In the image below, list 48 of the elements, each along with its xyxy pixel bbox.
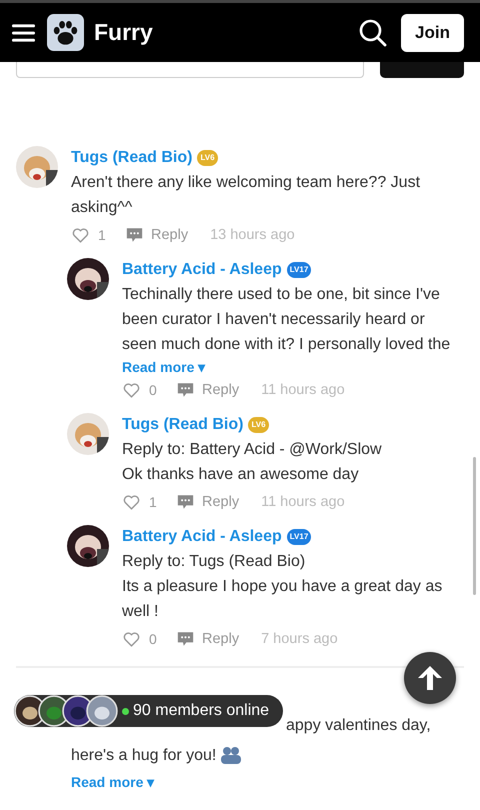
online-dot-icon bbox=[122, 708, 129, 714]
faded-comment-text: seen much done with it? I personally loved the bbox=[122, 335, 450, 355]
like-count: 0 bbox=[149, 382, 158, 398]
join-button[interactable]: Join bbox=[401, 14, 464, 52]
read-more-link[interactable]: Read more ▾ bbox=[122, 359, 445, 375]
comment-icon[interactable] bbox=[177, 631, 194, 647]
heart-icon[interactable] bbox=[122, 630, 141, 648]
online-members-pill[interactable]: 90 members online bbox=[14, 695, 284, 727]
heart-icon[interactable] bbox=[122, 492, 141, 512]
online-count: 90 members online bbox=[133, 702, 270, 720]
reply-link[interactable]: Reply bbox=[202, 631, 240, 647]
comment-text: Ok thanks have an awesome day bbox=[122, 465, 360, 485]
username-link[interactable]: Tugs (Read Bio) bbox=[71, 149, 192, 167]
search-icon[interactable] bbox=[359, 18, 388, 46]
timestamp: 13 hours ago bbox=[210, 227, 295, 243]
comment-text: Its a pleasure I hope you have a great day as well ! bbox=[122, 577, 444, 622]
comment-text: appy valentines day, bbox=[286, 716, 431, 736]
timestamp: 11 hours ago bbox=[261, 382, 345, 398]
username-link[interactable]: Tugs (Read Bio) bbox=[122, 416, 244, 434]
reply-to-text: Reply to: Battery Acid - @Work/Slow bbox=[122, 440, 383, 460]
like-count: 1 bbox=[149, 494, 158, 510]
username-link[interactable]: Battery Acid - Asleep bbox=[122, 261, 282, 279]
reply-link[interactable]: Reply bbox=[202, 382, 240, 398]
reply-link[interactable]: Reply bbox=[202, 494, 240, 510]
like-count: 0 bbox=[149, 631, 158, 647]
hug-emoji-icon bbox=[220, 746, 242, 764]
scroll-to-top-button[interactable] bbox=[404, 652, 456, 704]
read-more-link[interactable]: Read more ▾ bbox=[71, 774, 464, 790]
comment-icon[interactable] bbox=[126, 227, 143, 243]
comment-text: here's a hug for you! bbox=[71, 746, 216, 766]
timestamp: 11 hours ago bbox=[261, 494, 345, 510]
reply-to-text: Reply to: Tugs (Read Bio) bbox=[122, 552, 306, 572]
heart-icon[interactable] bbox=[122, 380, 141, 400]
paw-logo-icon[interactable] bbox=[47, 14, 84, 51]
menu-icon[interactable] bbox=[12, 22, 35, 42]
level-badge: LV6 bbox=[197, 150, 218, 166]
level-badge: LV17 bbox=[286, 529, 312, 545]
comment-icon[interactable] bbox=[177, 382, 194, 398]
community-title[interactable]: Furry bbox=[94, 19, 360, 46]
comment-icon[interactable] bbox=[177, 494, 194, 510]
timestamp: 7 hours ago bbox=[261, 631, 338, 647]
username-link[interactable]: Battery Acid - Asleep bbox=[122, 528, 282, 546]
level-badge: LV17 bbox=[286, 262, 312, 278]
level-badge: LV6 bbox=[248, 417, 269, 433]
like-count: 1 bbox=[98, 227, 107, 243]
reply-link[interactable]: Reply bbox=[151, 227, 188, 243]
comment-text: Aren't there any like welcoming team here?? Just asking^^ bbox=[71, 173, 422, 218]
heart-icon[interactable] bbox=[71, 226, 90, 244]
